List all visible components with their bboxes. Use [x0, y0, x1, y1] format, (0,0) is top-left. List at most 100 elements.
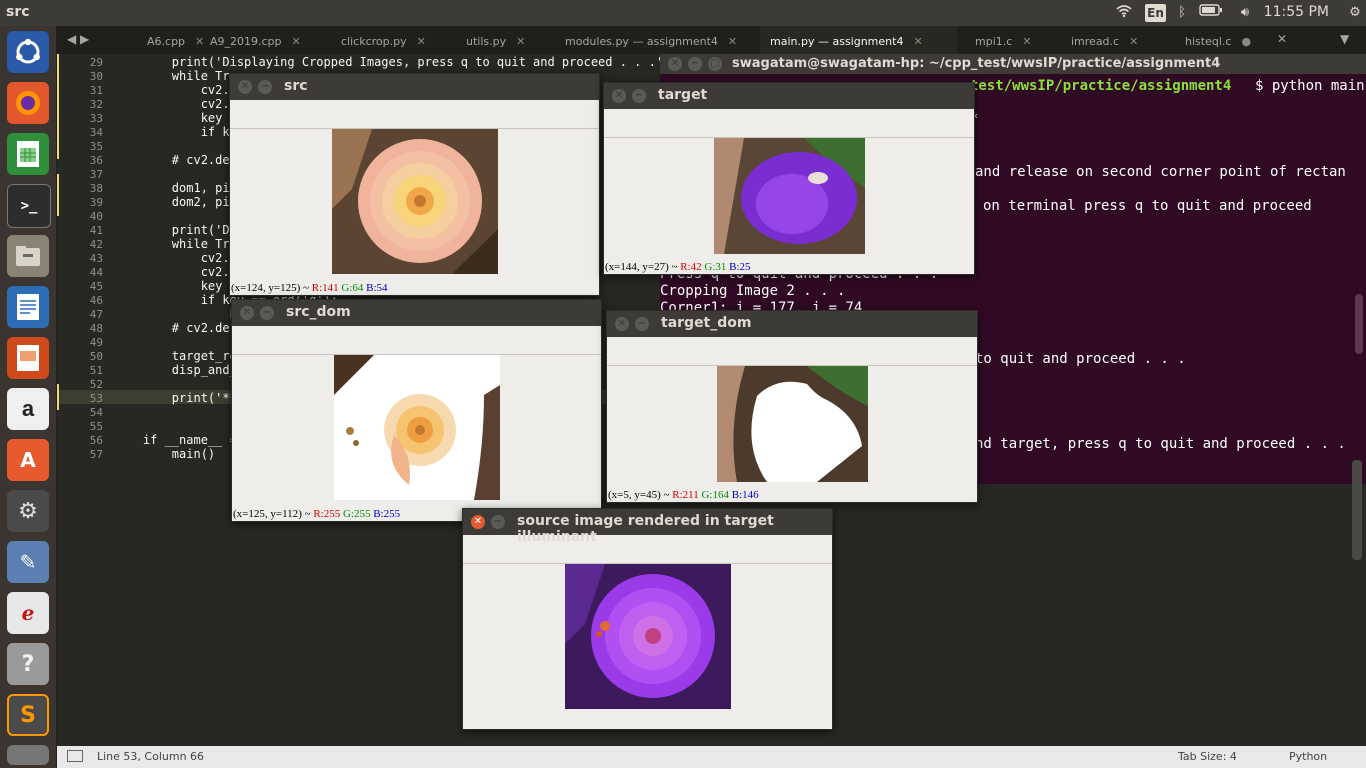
- tab-clickcrop-py[interactable]: clickcrop.py ✕: [331, 26, 451, 54]
- tab-label: mpi1.c: [975, 35, 1013, 48]
- line-number: 56: [89, 434, 103, 447]
- target-dom-image[interactable]: [717, 366, 868, 482]
- target-dom-window[interactable]: ✕ − target_dom (x=5, y=45) ~ R:211 G:164…: [606, 310, 978, 503]
- line-number: 47: [89, 308, 103, 321]
- tab-size-selector[interactable]: Tab Size: 4: [1178, 750, 1237, 763]
- tab-mpi1-c[interactable]: mpi1.c ✕: [965, 26, 1060, 54]
- text-editor-icon[interactable]: ✎: [7, 541, 49, 583]
- target-image[interactable]: [714, 138, 865, 254]
- tab-dropdown-icon[interactable]: ▼: [1340, 32, 1349, 46]
- terminal-titlebar[interactable]: ✕ − □ swagatam@swagatam-hp: ~/cpp_test/w…: [660, 54, 1366, 74]
- libreoffice-impress-icon[interactable]: [7, 337, 49, 379]
- ubuntu-dash-icon[interactable]: [7, 31, 49, 73]
- tab-imread-c[interactable]: imread.c ✕: [1061, 26, 1171, 54]
- system-settings-icon[interactable]: ⚙: [7, 490, 49, 532]
- trash-icon[interactable]: [7, 745, 49, 765]
- wifi-icon[interactable]: [1115, 4, 1133, 22]
- terminal-icon[interactable]: >_: [7, 184, 51, 228]
- keyboard-layout-indicator[interactable]: En: [1145, 4, 1166, 22]
- window-toolbar: [604, 109, 974, 138]
- prompt-path: test/wwsIP/practice/assignment4: [970, 78, 1232, 94]
- target-window[interactable]: ✕ − target (x=144, y=27) ~ R:42 G:31 B:2…: [603, 82, 975, 275]
- pixel-readout: (x=125, y=112) ~ R:255 G:255 B:255: [233, 508, 401, 520]
- line-number: 50: [89, 350, 103, 363]
- editor-scrollbar[interactable]: [1352, 460, 1362, 560]
- close-icon[interactable]: ✕: [471, 515, 485, 529]
- src-dom-image[interactable]: [334, 355, 500, 500]
- render-window[interactable]: ✕ − source image rendered in target illu…: [462, 508, 833, 730]
- close-icon[interactable]: ✕: [615, 317, 629, 331]
- window-titlebar[interactable]: ✕ − src_dom: [232, 300, 601, 326]
- close-icon[interactable]: ✕: [1022, 35, 1031, 48]
- src-window[interactable]: ✕ − src (x=124, y=125) ~ R:141 G:64 B:54: [229, 73, 600, 296]
- tab-utils-py[interactable]: utils.py ✕: [456, 26, 554, 54]
- panel-toggle-icon[interactable]: [67, 750, 83, 762]
- status-bar: Line 53, Column 66 Tab Size: 4 Python: [57, 746, 1366, 768]
- sublime-text-icon[interactable]: S: [7, 694, 49, 736]
- close-icon[interactable]: ✕: [240, 306, 254, 320]
- tab-nav-arrows-icon[interactable]: ◀ ▶: [67, 32, 89, 46]
- tab-label: histeql.c: [1185, 35, 1232, 48]
- window-titlebar[interactable]: ✕ − target: [604, 83, 974, 109]
- separator: ~: [668, 261, 681, 273]
- software-center-icon[interactable]: A: [7, 439, 49, 481]
- close-icon[interactable]: ✕: [913, 35, 922, 48]
- active-window-title: src: [6, 4, 30, 20]
- syntax-selector[interactable]: Python: [1289, 750, 1327, 763]
- close-icon[interactable]: ✕: [668, 57, 682, 71]
- src-image[interactable]: [332, 129, 498, 274]
- close-icon[interactable]: ✕: [1129, 35, 1138, 48]
- cursor-y: y=27: [642, 261, 666, 273]
- line-number: 48: [89, 322, 103, 335]
- tab-modules-py[interactable]: modules.py — assignment4 ✕: [555, 26, 751, 54]
- close-icon[interactable]: ✕: [292, 35, 301, 48]
- libreoffice-writer-icon[interactable]: [7, 286, 49, 328]
- window-titlebar[interactable]: ✕ − source image rendered in target illu…: [463, 509, 832, 545]
- line-number: 44: [89, 266, 103, 279]
- tab-main-py[interactable]: main.py — assignment4 ✕: [760, 26, 957, 54]
- minimize-icon[interactable]: −: [258, 80, 272, 94]
- settings-gear-icon[interactable]: ⚙: [1346, 4, 1364, 22]
- line-number: 31: [89, 84, 103, 97]
- tab-close-icon[interactable]: ✕: [1277, 32, 1287, 46]
- line-number: 42: [89, 238, 103, 251]
- window-titlebar[interactable]: ✕ − target_dom: [607, 311, 977, 337]
- modified-dot-icon[interactable]: ●: [1241, 35, 1251, 48]
- pixel-green: G:64: [341, 282, 364, 294]
- minimize-icon[interactable]: −: [635, 317, 649, 331]
- editor-tab-bar: ◀ ▶ A6.cpp ✕ A9_2019.cpp ✕ clickcrop.py ✕ u…: [57, 26, 1366, 54]
- clock[interactable]: 11:55 PM: [1264, 4, 1329, 20]
- volume-icon[interactable]: 🔊︎: [1234, 4, 1256, 22]
- document-viewer-icon[interactable]: ℯ: [7, 592, 49, 634]
- close-icon[interactable]: ✕: [728, 35, 737, 48]
- battery-icon[interactable]: [1198, 4, 1224, 22]
- minimize-icon[interactable]: −: [491, 515, 505, 529]
- firefox-icon[interactable]: [7, 82, 49, 124]
- terminal-line: to quit and proceed . . .: [975, 351, 1186, 367]
- tab-label: A9_2019.cpp: [210, 35, 282, 48]
- help-icon[interactable]: ?: [7, 643, 49, 685]
- close-icon[interactable]: ✕: [516, 35, 525, 48]
- files-icon[interactable]: [7, 235, 49, 277]
- amazon-icon[interactable]: a: [7, 388, 49, 430]
- line-number: 55: [89, 420, 103, 433]
- close-icon[interactable]: ✕: [417, 35, 426, 48]
- tab-a9-2019-cpp[interactable]: A9_2019.cpp ✕: [200, 26, 325, 54]
- close-icon[interactable]: ✕: [612, 89, 626, 103]
- line-number: 46: [89, 294, 103, 307]
- minimize-icon[interactable]: −: [688, 57, 702, 71]
- pixel-readout: (x=5, y=45) ~ R:211 G:164 B:146: [608, 489, 759, 501]
- minimize-icon[interactable]: −: [632, 89, 646, 103]
- window-titlebar[interactable]: ✕ − src: [230, 74, 599, 100]
- terminal-scrollbar[interactable]: [1355, 294, 1363, 354]
- maximize-icon[interactable]: □: [708, 57, 722, 71]
- cursor-y: y=45: [634, 489, 658, 501]
- bluetooth-icon[interactable]: ᛒ: [1173, 4, 1191, 22]
- minimize-icon[interactable]: −: [260, 306, 274, 320]
- libreoffice-calc-icon[interactable]: [7, 133, 49, 175]
- rendered-image[interactable]: [565, 564, 731, 709]
- src-dom-window[interactable]: ✕ − src_dom (x=125, y=112) ~ R:255 G:255…: [231, 299, 602, 522]
- close-icon[interactable]: ✕: [238, 80, 252, 94]
- line-number: 36: [89, 154, 103, 167]
- cursor-x: x=5: [611, 489, 629, 501]
